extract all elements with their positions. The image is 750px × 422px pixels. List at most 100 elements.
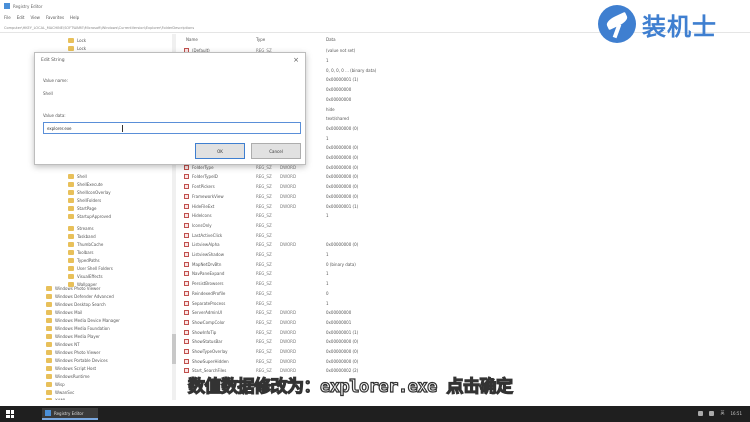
tree-item-label: ThumbCache — [77, 241, 104, 247]
table-row[interactable]: ListviewShadow REG_SZ 1 — [180, 250, 750, 260]
menu-help[interactable]: Help — [70, 15, 79, 20]
menu-edit[interactable]: Edit — [17, 15, 25, 20]
value-name: MapNetDrvBtn — [192, 261, 222, 267]
tree-item[interactable]: ShellFolders — [68, 196, 101, 204]
input-language[interactable]: 英 — [720, 410, 724, 416]
folder-icon — [68, 241, 74, 247]
table-row[interactable]: MapNetDrvBtn REG_SZ 0 (binary data) — [180, 259, 750, 269]
tree-item[interactable]: TypedPaths — [68, 256, 100, 264]
table-row[interactable]: NavPaneExpand REG_SZ 1 — [180, 269, 750, 279]
value-type: REG_SZ — [256, 349, 272, 355]
table-row[interactable]: FrameworkView REG_SZ DWORD 0x00000000 (0) — [180, 192, 750, 202]
table-row[interactable]: ServerAdminUI REG_SZ DWORD 0x00000000 — [180, 308, 750, 318]
search-icon[interactable] — [22, 410, 26, 418]
value-name: FolderType — [192, 164, 214, 170]
value-type: REG_SZ — [256, 213, 272, 219]
tree-item[interactable]: Windows Desktop Search — [46, 300, 106, 308]
tree-item[interactable]: ThumbCache — [68, 240, 103, 248]
value-data: 0 (binary data) — [326, 261, 356, 267]
value-data-input[interactable]: explorer.exe — [43, 122, 301, 134]
table-row[interactable]: ShowCompColor REG_SZ DWORD 0x00000001 — [180, 318, 750, 328]
table-row[interactable]: ShowStatusBar REG_SZ DWORD 0x00000000 (0) — [180, 337, 750, 347]
value-name: IconsOnly — [192, 222, 212, 228]
tree-item[interactable]: VisualEffects — [68, 272, 103, 280]
table-row[interactable]: ShowTypeOverlay REG_SZ DWORD 0x00000000 (0) — [180, 347, 750, 357]
taskbar-app-registry-editor[interactable]: Registry Editor — [42, 408, 98, 420]
column-header-type[interactable]: Type — [256, 37, 265, 42]
tree-item[interactable]: StartPage — [68, 204, 96, 212]
clock[interactable]: 16:51 — [730, 411, 742, 416]
table-row[interactable]: SeparateProcess REG_SZ 1 — [180, 298, 750, 308]
tree-item[interactable]: Windows Photo Viewer — [46, 348, 100, 356]
tree-item[interactable]: Windows Media Device Manager — [46, 316, 120, 324]
dialog-close-icon[interactable]: × — [293, 56, 299, 64]
tree-item[interactable]: Windows NT — [46, 340, 80, 348]
tree-item[interactable]: Windows Mail — [46, 308, 82, 316]
column-header-name[interactable]: Name — [186, 37, 198, 42]
window-title: Registry Editor — [13, 3, 43, 9]
folder-icon — [68, 37, 74, 43]
tree-item-label: Windows Photo Viewer — [55, 349, 101, 355]
tree-item[interactable]: Windows Photo Viewer — [46, 284, 100, 292]
tree-item-label: Windows Portable Devices — [55, 357, 108, 363]
menu-favorites[interactable]: Favorites — [46, 15, 64, 20]
table-row[interactable]: LastActiveClick REG_SZ — [180, 230, 750, 240]
value-name: ShowTypeOverlay — [192, 349, 228, 355]
menu-view[interactable]: View — [30, 15, 40, 20]
tutorial-caption: 数值数据修改为：explorer.exe 点击确定 — [187, 376, 513, 397]
tree-item[interactable]: Shell — [68, 172, 87, 180]
value-type: REG_SZ — [256, 329, 272, 335]
table-row[interactable]: FontPickers REG_SZ DWORD 0x00000000 (0) — [180, 182, 750, 192]
tree-scrollbar-thumb[interactable] — [172, 334, 176, 364]
tree-item[interactable]: User Shell Folders — [68, 264, 113, 272]
tree-item[interactable]: WindowsRuntime — [46, 372, 90, 380]
tree-item[interactable]: Lock — [68, 36, 86, 44]
table-row[interactable]: FolderTypeID REG_SZ DWORD 0x00000000 (0) — [180, 172, 750, 182]
folder-icon — [68, 249, 74, 255]
folder-icon — [46, 333, 52, 339]
volume-icon[interactable] — [709, 410, 715, 416]
string-value-icon — [184, 281, 189, 287]
tree-item[interactable]: ShellIconOverlay — [68, 188, 111, 196]
tree-item[interactable]: ShellExecute — [68, 180, 103, 188]
table-row[interactable]: HideFileExt REG_SZ DWORD 0x00000001 (1) — [180, 201, 750, 211]
tree-item[interactable]: XAML — [46, 396, 66, 400]
tree-item[interactable]: Windows Defender Advanced — [46, 292, 114, 300]
string-value-icon — [184, 232, 189, 238]
tree-item[interactable]: StartupApproved — [68, 212, 111, 220]
value-type: REG_SZ — [256, 300, 272, 306]
folder-icon — [46, 365, 52, 371]
table-row[interactable]: HideIcons REG_SZ 1 — [180, 211, 750, 221]
table-row[interactable]: PersistBrowsers REG_SZ 1 — [180, 279, 750, 289]
menu-file[interactable]: File — [4, 15, 11, 20]
tree-item[interactable]: Windows Media Player — [46, 332, 100, 340]
tree-item[interactable]: Wisp — [46, 380, 65, 388]
tree-item[interactable]: Toolbars — [68, 248, 94, 256]
tree-item-label: Windows Desktop Search — [55, 301, 106, 307]
table-row[interactable]: ReindexedProfile REG_SZ 0 — [180, 289, 750, 299]
tree-item[interactable]: Windows Script Host — [46, 364, 96, 372]
value-subtype: DWORD — [280, 174, 297, 180]
network-icon[interactable] — [698, 410, 704, 416]
tree-item[interactable]: Streams — [68, 224, 94, 232]
table-row[interactable]: ListviewAlpha REG_SZ DWORD 0x00000000 (0) — [180, 240, 750, 250]
value-subtype: DWORD — [280, 193, 297, 199]
tree-item-label: ShellExecute — [77, 181, 103, 187]
table-row[interactable]: ShowInfoTip REG_SZ DWORD 0x00000001 (1) — [180, 327, 750, 337]
cancel-button[interactable]: Cancel — [251, 143, 301, 159]
ok-button[interactable]: OK — [195, 143, 245, 159]
value-name: FolderTypeID — [192, 174, 218, 180]
table-row[interactable]: ShowSuperHidden REG_SZ DWORD 0x00000000 (0) — [180, 356, 750, 366]
column-header-data[interactable]: Data — [326, 37, 336, 42]
tree-item[interactable]: Taskband — [68, 232, 96, 240]
table-row[interactable]: IconsOnly REG_SZ — [180, 221, 750, 231]
tree-item[interactable]: Windows Portable Devices — [46, 356, 108, 364]
windows-start-icon[interactable] — [6, 410, 14, 418]
value-type: REG_SZ — [256, 242, 272, 248]
tree-item[interactable]: WwanSvc — [46, 388, 74, 396]
tree-item[interactable]: Windows Media Foundation — [46, 324, 110, 332]
string-value-icon — [184, 164, 189, 170]
string-value-icon — [184, 329, 189, 335]
edit-string-dialog: Edit String × Value name: Shell Value da… — [34, 52, 306, 165]
tree-item[interactable]: Lock — [68, 44, 86, 52]
